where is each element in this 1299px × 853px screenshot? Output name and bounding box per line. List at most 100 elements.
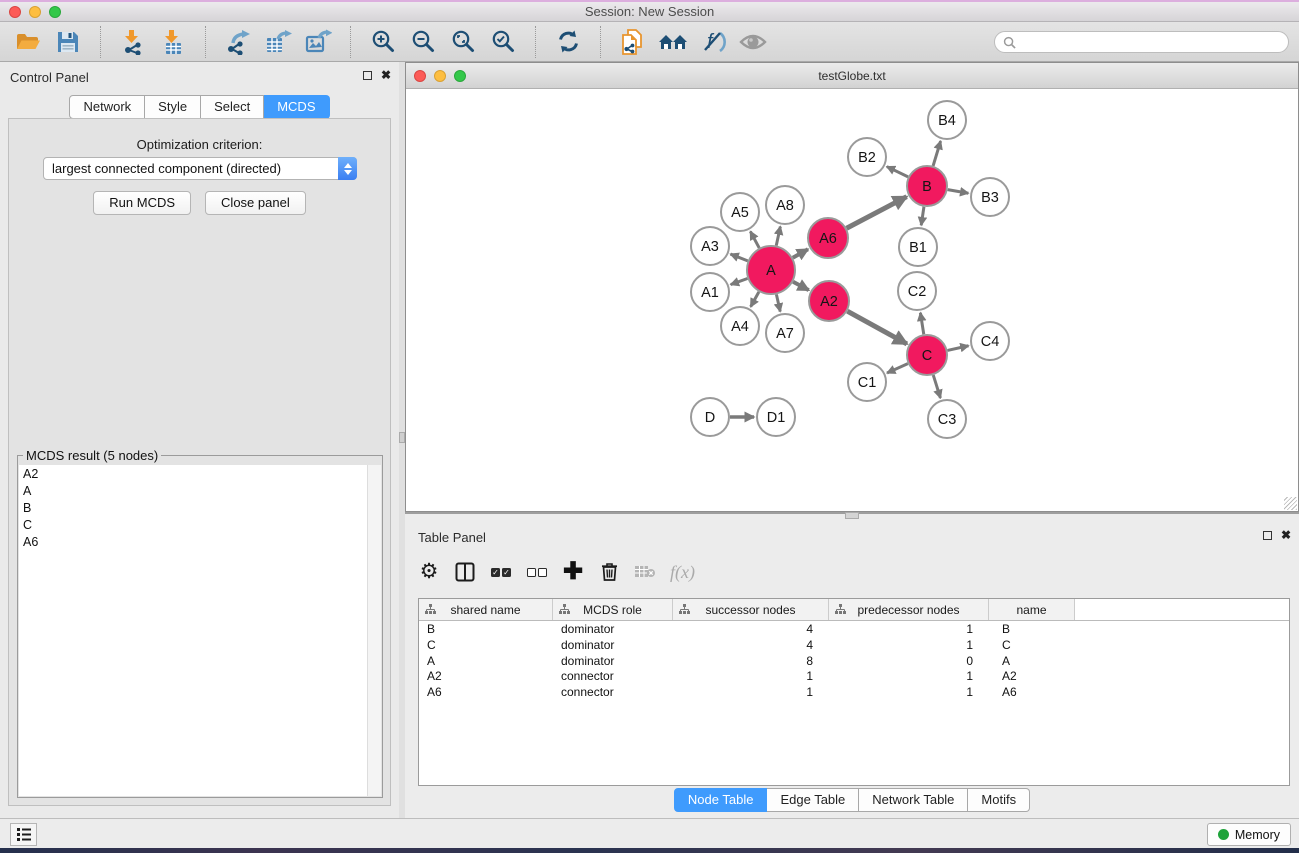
table-cell[interactable]: B bbox=[989, 621, 1075, 637]
unselect-all-icon[interactable] bbox=[526, 559, 548, 585]
import-table-icon[interactable] bbox=[153, 25, 193, 59]
tab-motifs[interactable]: Motifs bbox=[968, 788, 1030, 812]
network-graph[interactable]: B4B2BB3A5A8A6A3B1AA1C2A2A4A7C4CC1C3DD1 bbox=[406, 89, 1298, 511]
table-cell[interactable]: C bbox=[419, 637, 553, 653]
table-cell[interactable]: C bbox=[989, 637, 1075, 653]
zoom-selected-icon[interactable] bbox=[483, 25, 523, 59]
table-cell[interactable]: A2 bbox=[419, 668, 553, 684]
export-table-icon[interactable] bbox=[258, 25, 298, 59]
close-panel-icon[interactable]: ✖ bbox=[1281, 530, 1291, 540]
run-mcds-button[interactable]: Run MCDS bbox=[93, 191, 191, 215]
graph-edge-B-B3[interactable] bbox=[948, 190, 969, 194]
graph-edge-A-A8[interactable] bbox=[776, 227, 780, 246]
graph-edge-C-C1[interactable] bbox=[887, 364, 908, 373]
result-item[interactable]: A2 bbox=[19, 465, 367, 482]
save-session-icon[interactable] bbox=[48, 25, 88, 59]
table-cell[interactable]: 1 bbox=[829, 684, 989, 700]
table-cell[interactable]: connector bbox=[553, 684, 673, 700]
table-row[interactable]: Adominator80A bbox=[419, 653, 1289, 669]
table-row[interactable]: A6connector11A6 bbox=[419, 684, 1289, 700]
graph-edge-A-A2[interactable] bbox=[793, 282, 809, 290]
import-network-icon[interactable] bbox=[113, 25, 153, 59]
tab-edge-table[interactable]: Edge Table bbox=[767, 788, 859, 812]
result-item[interactable]: A bbox=[19, 482, 367, 499]
graph-edge-A-A7[interactable] bbox=[776, 294, 780, 311]
search-field[interactable] bbox=[994, 31, 1289, 53]
refresh-icon[interactable] bbox=[548, 25, 588, 59]
result-item[interactable]: C bbox=[19, 516, 367, 533]
add-column-icon[interactable]: ✚ bbox=[562, 559, 584, 585]
table-row[interactable]: Bdominator41B bbox=[419, 621, 1289, 637]
column-header[interactable]: shared name bbox=[419, 599, 553, 620]
result-scrollbar[interactable] bbox=[367, 465, 381, 796]
table-cell[interactable]: 4 bbox=[673, 621, 829, 637]
table-cell[interactable]: dominator bbox=[553, 621, 673, 637]
panel-divider-horizontal[interactable] bbox=[405, 512, 1299, 522]
float-panel-icon[interactable] bbox=[1263, 531, 1272, 540]
open-session-icon[interactable] bbox=[8, 25, 48, 59]
table-cell[interactable]: A bbox=[989, 653, 1075, 669]
new-network-from-selection-icon[interactable] bbox=[613, 25, 653, 59]
result-item[interactable]: B bbox=[19, 499, 367, 516]
resize-grip[interactable] bbox=[1284, 497, 1297, 510]
tab-network[interactable]: Network bbox=[69, 95, 145, 119]
column-header[interactable]: predecessor nodes bbox=[829, 599, 989, 620]
search-input[interactable] bbox=[1016, 35, 1288, 49]
tab-style[interactable]: Style bbox=[145, 95, 201, 119]
graph-edge-C-C3[interactable] bbox=[933, 375, 940, 398]
graph-edge-A-A4[interactable] bbox=[751, 292, 759, 307]
task-history-button[interactable] bbox=[10, 823, 37, 846]
tab-network-table[interactable]: Network Table bbox=[859, 788, 968, 812]
table-cell[interactable]: connector bbox=[553, 668, 673, 684]
graph-edge-A2-C[interactable] bbox=[847, 311, 906, 344]
tab-node-table[interactable]: Node Table bbox=[674, 788, 768, 812]
graph-edge-B-B4[interactable] bbox=[933, 141, 941, 166]
close-panel-button[interactable]: Close panel bbox=[205, 191, 306, 215]
memory-button[interactable]: Memory bbox=[1207, 823, 1291, 846]
result-item[interactable]: A6 bbox=[19, 533, 367, 550]
export-network-icon[interactable] bbox=[218, 25, 258, 59]
zoom-in-icon[interactable] bbox=[363, 25, 403, 59]
table-cell[interactable]: A bbox=[419, 653, 553, 669]
close-panel-icon[interactable]: ✖ bbox=[381, 70, 391, 80]
table-cell[interactable]: A6 bbox=[989, 684, 1075, 700]
node-table[interactable]: shared nameMCDS rolesuccessor nodesprede… bbox=[418, 598, 1290, 786]
delete-icon[interactable] bbox=[598, 559, 620, 585]
tab-select[interactable]: Select bbox=[201, 95, 264, 119]
export-image-icon[interactable] bbox=[298, 25, 338, 59]
function-toggle-icon[interactable]: f bbox=[693, 25, 733, 59]
graph-edge-A-A6[interactable] bbox=[793, 249, 808, 258]
table-row[interactable]: A2connector11A2 bbox=[419, 668, 1289, 684]
divider-handle[interactable] bbox=[845, 512, 859, 519]
graph-edge-C-C2[interactable] bbox=[920, 313, 923, 335]
network-canvas[interactable]: B4B2BB3A5A8A6A3B1AA1C2A2A4A7C4CC1C3DD1 bbox=[406, 89, 1298, 511]
graph-edge-B-B2[interactable] bbox=[887, 167, 908, 177]
select-all-icon[interactable]: ✓✓ bbox=[490, 559, 512, 585]
table-row[interactable]: Cdominator41C bbox=[419, 637, 1289, 653]
column-header[interactable]: MCDS role bbox=[553, 599, 673, 620]
table-mode-gear-icon[interactable]: ⚙ bbox=[418, 559, 440, 585]
graph-edge-A-A5[interactable] bbox=[750, 231, 759, 248]
table-cell[interactable]: 1 bbox=[829, 637, 989, 653]
graph-edge-A6-B[interactable] bbox=[847, 197, 907, 229]
table-cell[interactable]: A6 bbox=[419, 684, 553, 700]
table-cell[interactable]: 1 bbox=[829, 668, 989, 684]
float-panel-icon[interactable] bbox=[363, 71, 372, 80]
table-cell[interactable]: 1 bbox=[829, 621, 989, 637]
zoom-out-icon[interactable] bbox=[403, 25, 443, 59]
table-cell[interactable]: 1 bbox=[673, 668, 829, 684]
table-cell[interactable]: 4 bbox=[673, 637, 829, 653]
table-cell[interactable]: 0 bbox=[829, 653, 989, 669]
zoom-fit-icon[interactable] bbox=[443, 25, 483, 59]
graph-edge-C-C4[interactable] bbox=[947, 346, 968, 351]
table-cell[interactable]: A2 bbox=[989, 668, 1075, 684]
column-header[interactable]: name bbox=[989, 599, 1075, 620]
table-cell[interactable]: 8 bbox=[673, 653, 829, 669]
double-home-icon[interactable] bbox=[653, 25, 693, 59]
table-cell[interactable]: dominator bbox=[553, 637, 673, 653]
network-window-titlebar[interactable]: testGlobe.txt bbox=[406, 63, 1298, 89]
table-cell[interactable]: B bbox=[419, 621, 553, 637]
graph-edge-A-A1[interactable] bbox=[731, 278, 748, 284]
show-columns-icon[interactable] bbox=[454, 559, 476, 585]
tab-mcds[interactable]: MCDS bbox=[264, 95, 329, 119]
